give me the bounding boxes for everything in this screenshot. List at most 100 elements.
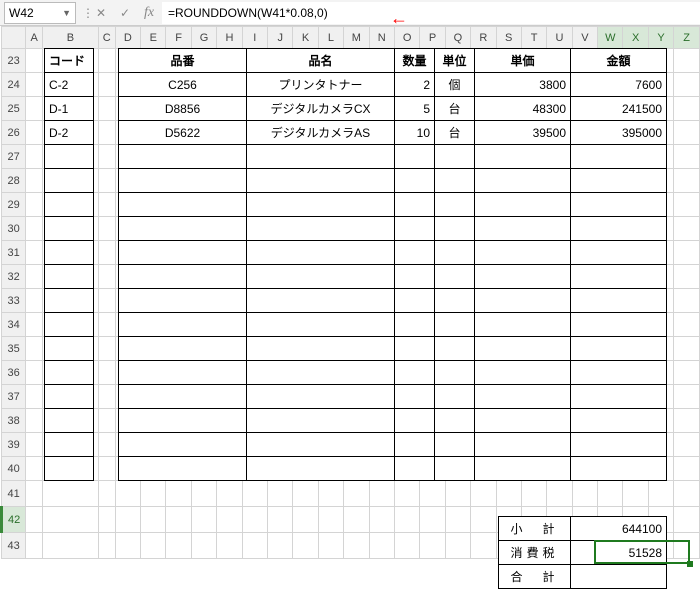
cell-price[interactable] xyxy=(475,265,571,289)
cell-unit[interactable] xyxy=(435,313,475,337)
cell-hinban[interactable] xyxy=(119,169,247,193)
cell-hinban[interactable] xyxy=(119,241,247,265)
cell-amount[interactable] xyxy=(571,337,667,361)
code-cell[interactable] xyxy=(45,409,94,433)
code-cell[interactable] xyxy=(45,457,94,481)
cell-price[interactable] xyxy=(475,385,571,409)
cell-hinban[interactable]: C256 xyxy=(119,73,247,97)
code-cell[interactable] xyxy=(45,241,94,265)
cell-hinmei[interactable] xyxy=(247,241,395,265)
code-cell[interactable] xyxy=(45,193,94,217)
cell-unit[interactable] xyxy=(435,241,475,265)
cell-amount[interactable] xyxy=(571,169,667,193)
cell-hinban[interactable] xyxy=(119,145,247,169)
formula-input[interactable]: =ROUNDDOWN(W41*0.08,0) xyxy=(162,2,700,24)
cell-hinmei[interactable]: プリンタトナー xyxy=(247,73,395,97)
cell-qty[interactable] xyxy=(395,169,435,193)
cell-price[interactable] xyxy=(475,457,571,481)
cell-hinmei[interactable] xyxy=(247,433,395,457)
cell-hinban[interactable] xyxy=(119,409,247,433)
cell-amount[interactable] xyxy=(571,289,667,313)
cell-amount[interactable]: 395000 xyxy=(571,121,667,145)
cell-hinban[interactable] xyxy=(119,265,247,289)
enter-icon[interactable]: ✓ xyxy=(116,4,134,22)
cancel-icon[interactable]: ✕ xyxy=(92,4,110,22)
cell-price[interactable]: 39500 xyxy=(475,121,571,145)
cell-unit[interactable] xyxy=(435,265,475,289)
cell-amount[interactable] xyxy=(571,361,667,385)
cell-unit[interactable]: 台 xyxy=(435,97,475,121)
cell-price[interactable] xyxy=(475,289,571,313)
cell-price[interactable] xyxy=(475,145,571,169)
cell-price[interactable]: 48300 xyxy=(475,97,571,121)
cell-qty[interactable] xyxy=(395,409,435,433)
cell-unit[interactable] xyxy=(435,457,475,481)
cell-qty[interactable]: 2 xyxy=(395,73,435,97)
cell-hinmei[interactable] xyxy=(247,193,395,217)
cell-qty[interactable] xyxy=(395,385,435,409)
code-cell[interactable]: C-2 xyxy=(45,73,94,97)
cell-hinmei[interactable]: デジタルカメラCX xyxy=(247,97,395,121)
cell-qty[interactable] xyxy=(395,433,435,457)
cell-hinban[interactable] xyxy=(119,337,247,361)
code-cell[interactable] xyxy=(45,361,94,385)
cell-hinban[interactable] xyxy=(119,313,247,337)
cell-amount[interactable] xyxy=(571,433,667,457)
code-cell[interactable]: D-1 xyxy=(45,97,94,121)
cell-price[interactable] xyxy=(475,361,571,385)
cell-hinmei[interactable] xyxy=(247,361,395,385)
cell-hinmei[interactable] xyxy=(247,409,395,433)
cell-amount[interactable]: 241500 xyxy=(571,97,667,121)
code-cell[interactable] xyxy=(45,337,94,361)
selection-handle[interactable] xyxy=(687,561,693,567)
cell-qty[interactable] xyxy=(395,289,435,313)
cell-qty[interactable] xyxy=(395,337,435,361)
name-box[interactable]: W42 ▼ xyxy=(4,2,76,24)
cell-hinban[interactable]: D5622 xyxy=(119,121,247,145)
cell-amount[interactable] xyxy=(571,145,667,169)
cell-price[interactable] xyxy=(475,409,571,433)
subtotal-value[interactable]: 644100 xyxy=(571,517,667,541)
cell-unit[interactable] xyxy=(435,289,475,313)
code-cell[interactable] xyxy=(45,385,94,409)
cell-qty[interactable] xyxy=(395,193,435,217)
code-cell[interactable] xyxy=(45,289,94,313)
cell-unit[interactable] xyxy=(435,217,475,241)
cell-hinmei[interactable] xyxy=(247,289,395,313)
cell-qty[interactable] xyxy=(395,217,435,241)
cell-hinmei[interactable] xyxy=(247,145,395,169)
cell-hinban[interactable] xyxy=(119,217,247,241)
cell-hinmei[interactable] xyxy=(247,169,395,193)
cell-hinmei[interactable] xyxy=(247,337,395,361)
cell-hinban[interactable]: D8856 xyxy=(119,97,247,121)
cell-unit[interactable] xyxy=(435,145,475,169)
cell-hinmei[interactable] xyxy=(247,217,395,241)
cell-unit[interactable]: 個 xyxy=(435,73,475,97)
cell-hinmei[interactable] xyxy=(247,385,395,409)
cell-unit[interactable]: 台 xyxy=(435,121,475,145)
cell-hinban[interactable] xyxy=(119,433,247,457)
fx-icon[interactable]: fx xyxy=(140,4,158,22)
cell-amount[interactable] xyxy=(571,265,667,289)
cell-unit[interactable] xyxy=(435,433,475,457)
code-cell[interactable] xyxy=(45,313,94,337)
cell-price[interactable]: 3800 xyxy=(475,73,571,97)
cell-price[interactable] xyxy=(475,241,571,265)
cell-unit[interactable] xyxy=(435,385,475,409)
cell-unit[interactable] xyxy=(435,409,475,433)
cell-amount[interactable] xyxy=(571,217,667,241)
cell-qty[interactable]: 5 xyxy=(395,97,435,121)
cell-amount[interactable] xyxy=(571,193,667,217)
cell-qty[interactable]: 10 xyxy=(395,121,435,145)
cell-price[interactable] xyxy=(475,337,571,361)
cell-hinmei[interactable]: デジタルカメラAS xyxy=(247,121,395,145)
cell-qty[interactable] xyxy=(395,313,435,337)
cell-price[interactable] xyxy=(475,169,571,193)
cell-amount[interactable] xyxy=(571,409,667,433)
cell-amount[interactable] xyxy=(571,457,667,481)
cell-hinmei[interactable] xyxy=(247,265,395,289)
cell-hinban[interactable] xyxy=(119,385,247,409)
code-cell[interactable] xyxy=(45,217,94,241)
cell-price[interactable] xyxy=(475,313,571,337)
code-cell[interactable] xyxy=(45,169,94,193)
